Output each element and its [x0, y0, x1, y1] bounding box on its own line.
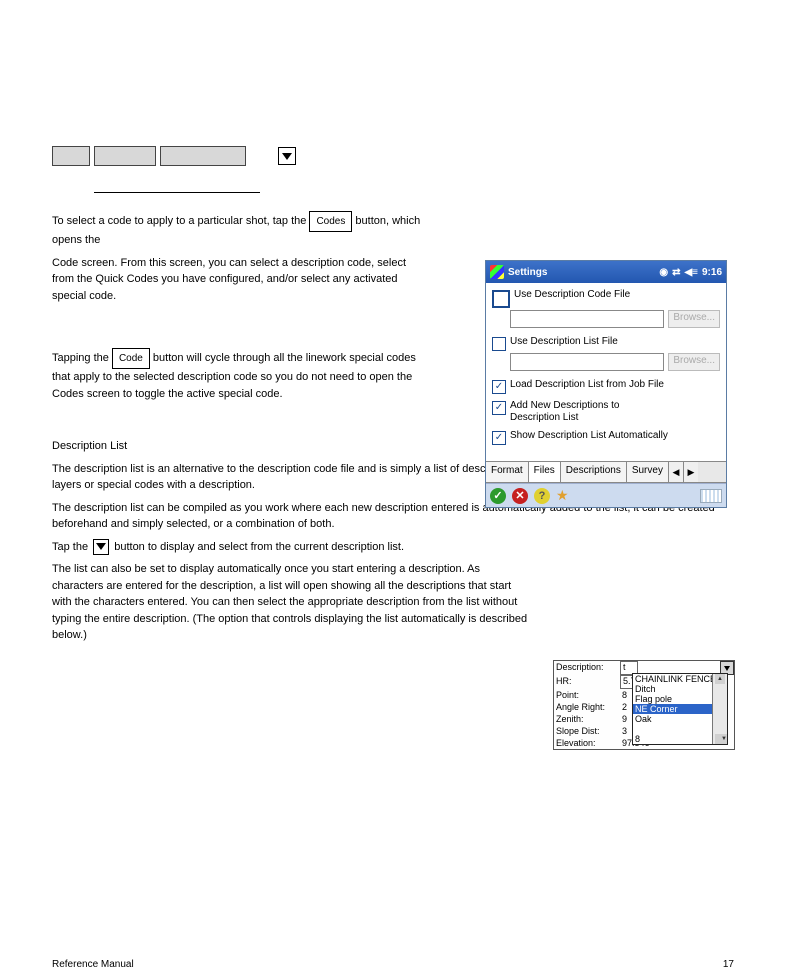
mini-lbl-zenith: Zenith: [554, 713, 620, 725]
tab-files[interactable]: Files [529, 462, 561, 482]
tab-scroll-left[interactable]: ◀ [668, 462, 683, 482]
pda-title: Settings [508, 267, 547, 278]
para-codes-2: Code screen. From this screen, you can s… [52, 255, 422, 305]
pda-bottombar: ✓ ✕ ? ★ [486, 483, 726, 507]
mini-slope-value: 3 [620, 725, 629, 737]
tab-survey[interactable]: Survey [627, 462, 668, 482]
list-file-path-input[interactable] [510, 353, 664, 371]
mini-desc-dropdown-list[interactable]: CHAINLINK FENCE Ditch Flag pole NE Corne… [632, 673, 728, 745]
dropdown-triangle-icon[interactable] [278, 147, 296, 165]
favorite-icon[interactable]: ★ [556, 487, 569, 504]
ok-icon[interactable]: ✓ [490, 488, 506, 504]
codes-button[interactable]: Codes [309, 211, 352, 232]
para-codes-intro: To select a code to apply to a particula… [52, 211, 422, 249]
top-button-row [52, 146, 734, 166]
browse-button-1[interactable]: Browse... [668, 310, 720, 328]
checkbox-load-from-job[interactable] [492, 380, 506, 394]
cancel-icon[interactable]: ✕ [512, 488, 528, 504]
tab-format[interactable]: Format [486, 462, 529, 482]
desc-list-p4: The list can also be set to display auto… [52, 561, 532, 644]
footer-page-number: 17 [723, 959, 734, 970]
pda-titlebar: Settings ◉ ⇄ ◀≡ 9:16 [486, 261, 726, 283]
pda-tabs: Format Files Descriptions Survey ◀ ▶ [486, 461, 726, 483]
code-button[interactable]: Code [112, 348, 150, 369]
section-divider [94, 192, 260, 193]
chk-row-addnew: Add New Descriptions to Description List [492, 400, 720, 424]
list-file-input-row: Browse... [510, 353, 720, 371]
windows-flag-icon [490, 265, 504, 279]
chk-row-list-file: Use Description List File [492, 336, 720, 351]
chk-row-showauto: Show Description List Automatically [492, 430, 720, 445]
checkbox-add-new[interactable] [492, 401, 506, 415]
connectivity-icon: ◉ [659, 267, 668, 278]
lbl-load-from-job: Load Description List from Job File [510, 379, 664, 391]
lbl-use-code-file: Use Description Code File [514, 289, 630, 301]
pda-settings-screenshot: Settings ◉ ⇄ ◀≡ 9:16 Use Description Cod… [485, 260, 727, 508]
mini-lbl-description: Description: [554, 661, 620, 675]
lbl-add-new: Add New Descriptions to Description List [510, 400, 620, 424]
scroll-down-icon[interactable] [715, 734, 727, 744]
speaker-icon: ◀≡ [684, 267, 698, 278]
checkbox-use-code-file[interactable] [492, 290, 510, 308]
top-btn-1[interactable] [52, 146, 90, 166]
desc-list-p3: Tap the button to display and select fro… [52, 539, 432, 556]
code-file-path-input[interactable] [510, 310, 664, 328]
mini-description-dropdown: Description: t HR: 5.750 ift Point: 8 An… [553, 660, 735, 750]
mini-lbl-hr: HR: [554, 675, 620, 689]
left-text-column: To select a code to apply to a particula… [52, 211, 422, 402]
lbl-show-auto: Show Description List Automatically [510, 430, 668, 442]
help-icon[interactable]: ? [534, 488, 550, 504]
checkbox-show-auto[interactable] [492, 431, 506, 445]
scroll-up-icon[interactable] [715, 674, 725, 684]
pda-time: 9:16 [702, 267, 722, 278]
code-file-input-row: Browse... [510, 310, 720, 328]
pda-status-icons: ◉ ⇄ ◀≡ 9:16 [659, 267, 722, 278]
tab-descriptions[interactable]: Descriptions [561, 462, 627, 482]
mini-lbl-point: Point: [554, 689, 620, 701]
mini-list-scrollbar[interactable] [712, 674, 727, 744]
mini-lbl-angle: Angle Right: [554, 701, 620, 713]
mini-lbl-elev: Elevation: [554, 737, 620, 749]
mini-zenith-value: 9 [620, 713, 629, 725]
top-btn-2[interactable] [94, 146, 156, 166]
signal-icon: ⇄ [672, 267, 680, 278]
top-btn-3[interactable] [160, 146, 246, 166]
chk-row-code-file: Use Description Code File [492, 289, 720, 308]
mini-lbl-slope: Slope Dist: [554, 725, 620, 737]
footer-reference-manual: Reference Manual [52, 959, 134, 970]
checkbox-use-list-file[interactable] [492, 337, 506, 351]
mini-angle-value: 2 [620, 701, 629, 713]
para-code-cycle: Tapping the Code button will cycle throu… [52, 348, 422, 402]
keyboard-icon[interactable] [700, 489, 722, 503]
mini-point-value: 8 [620, 689, 629, 701]
page-container: To select a code to apply to a particula… [0, 0, 786, 980]
dropdown-triangle-icon-inline[interactable] [93, 539, 109, 555]
chk-row-load: Load Description List from Job File [492, 379, 720, 394]
pda-body: Use Description Code File Browse... Use … [486, 283, 726, 461]
lbl-use-list-file: Use Description List File [510, 336, 618, 348]
tab-scroll-right[interactable]: ▶ [683, 462, 698, 482]
browse-button-2[interactable]: Browse... [668, 353, 720, 371]
